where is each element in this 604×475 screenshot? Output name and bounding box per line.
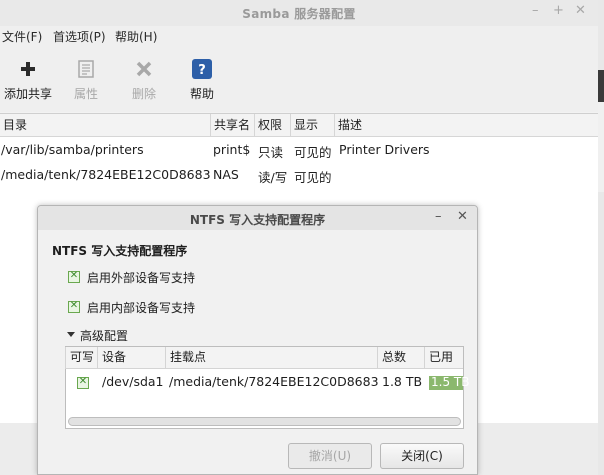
share-dir: /var/lib/samba/printers xyxy=(1,142,144,157)
table-row[interactable]: /media/tenk/7824EBE12C0D8683 NAS 读/写 可见的 xyxy=(0,163,598,188)
properties-icon xyxy=(78,60,94,78)
device-name: /dev/sda1 xyxy=(102,374,164,389)
share-desc: Printer Drivers xyxy=(339,142,430,157)
delete-icon xyxy=(136,61,152,77)
menu-file[interactable]: 文件(F) xyxy=(2,28,42,45)
external-write-checkbox[interactable] xyxy=(68,270,80,283)
close-button[interactable]: ✕ xyxy=(575,3,586,18)
menu-preferences[interactable]: 首选项(P) xyxy=(53,28,106,45)
device-total: 1.8 TB xyxy=(382,374,423,389)
device-writable-checkbox[interactable] xyxy=(77,376,89,389)
device-table[interactable]: 可写 设备 挂载点 总数 已用 /dev/sda1 /media/tenk/78… xyxy=(65,346,469,429)
menubar: 文件(F) 首选项(P) 帮助(H) xyxy=(0,26,598,48)
add-share-button[interactable]: 添加共享 xyxy=(0,48,56,106)
dialog-titlebar[interactable]: NTFS 写入支持配置程序 – ✕ xyxy=(38,206,477,230)
col-description[interactable]: 描述 xyxy=(334,114,598,137)
dialog-heading: NTFS 写入支持配置程序 xyxy=(52,244,188,258)
advanced-expander[interactable]: 高级配置 xyxy=(80,327,128,344)
delete-label: 删除 xyxy=(131,87,156,101)
help-label: 帮助 xyxy=(189,87,214,101)
col-mount[interactable]: 挂载点 xyxy=(165,347,377,369)
close-dialog-button[interactable]: 关闭(C) xyxy=(380,443,464,469)
col-device[interactable]: 设备 xyxy=(97,347,165,369)
col-used[interactable]: 已用 xyxy=(424,347,463,369)
col-writable[interactable]: 可写 xyxy=(65,347,97,369)
help-button[interactable]: ? 帮助 xyxy=(180,48,224,106)
share-perm: 只读 xyxy=(258,145,284,160)
share-name: NAS xyxy=(213,167,239,182)
expander-arrow-icon[interactable] xyxy=(67,332,75,337)
dialog-close-button[interactable]: ✕ xyxy=(457,209,468,224)
col-total[interactable]: 总数 xyxy=(377,347,424,369)
minimize-button[interactable]: – xyxy=(532,3,539,18)
table-row[interactable]: /var/lib/samba/printers print$ 只读 可见的 Pr… xyxy=(0,138,598,163)
internal-write-label: 启用内部设备写支持 xyxy=(87,301,196,315)
main-window-title: Samba 服务器配置 xyxy=(242,7,356,21)
device-table-header: 可写 设备 挂载点 总数 已用 xyxy=(65,347,463,369)
col-directory[interactable]: 目录 xyxy=(0,114,210,137)
add-icon xyxy=(21,62,35,76)
ntfs-config-dialog: NTFS 写入支持配置程序 – ✕ NTFS 写入支持配置程序 启用外部设备写支… xyxy=(37,205,478,475)
share-visible: 可见的 xyxy=(294,145,332,160)
device-used-bar: 1.5 TB xyxy=(429,375,469,390)
share-name: print$ xyxy=(213,142,251,157)
menu-help[interactable]: 帮助(H) xyxy=(115,28,157,45)
share-dir: /media/tenk/7824EBE12C0D8683 xyxy=(1,167,211,182)
dialog-title: NTFS 写入支持配置程序 xyxy=(189,213,326,227)
properties-label: 属性 xyxy=(73,87,98,101)
undo-button[interactable]: 撤消(U) xyxy=(288,443,372,469)
properties-button[interactable]: 属性 xyxy=(64,48,108,106)
help-icon: ? xyxy=(192,59,212,79)
shares-header: 目录 共享名 权限 显示 描述 xyxy=(0,114,598,137)
col-permission[interactable]: 权限 xyxy=(254,114,290,137)
horizontal-scrollbar[interactable] xyxy=(68,417,461,426)
maximize-button[interactable]: + xyxy=(553,3,564,18)
add-share-label: 添加共享 xyxy=(3,87,52,101)
internal-write-checkbox[interactable] xyxy=(68,300,80,313)
col-visibility[interactable]: 显示 xyxy=(290,114,334,137)
external-write-label: 启用外部设备写支持 xyxy=(87,271,196,285)
dialog-minimize-button[interactable]: – xyxy=(435,209,442,224)
share-perm: 读/写 xyxy=(258,170,288,185)
device-mount: /media/tenk/7824EBE12C0D8683 xyxy=(169,374,379,389)
share-visible: 可见的 xyxy=(294,170,332,185)
main-titlebar[interactable]: Samba 服务器配置 – + ✕ xyxy=(0,0,598,26)
col-share-name[interactable]: 共享名 xyxy=(210,114,254,137)
svg-text:?: ? xyxy=(198,63,206,78)
toolbar: 添加共享 属性 删除 ? 帮助 xyxy=(0,48,598,112)
device-used: 1.5 TB xyxy=(431,375,470,389)
delete-button[interactable]: 删除 xyxy=(122,48,166,106)
